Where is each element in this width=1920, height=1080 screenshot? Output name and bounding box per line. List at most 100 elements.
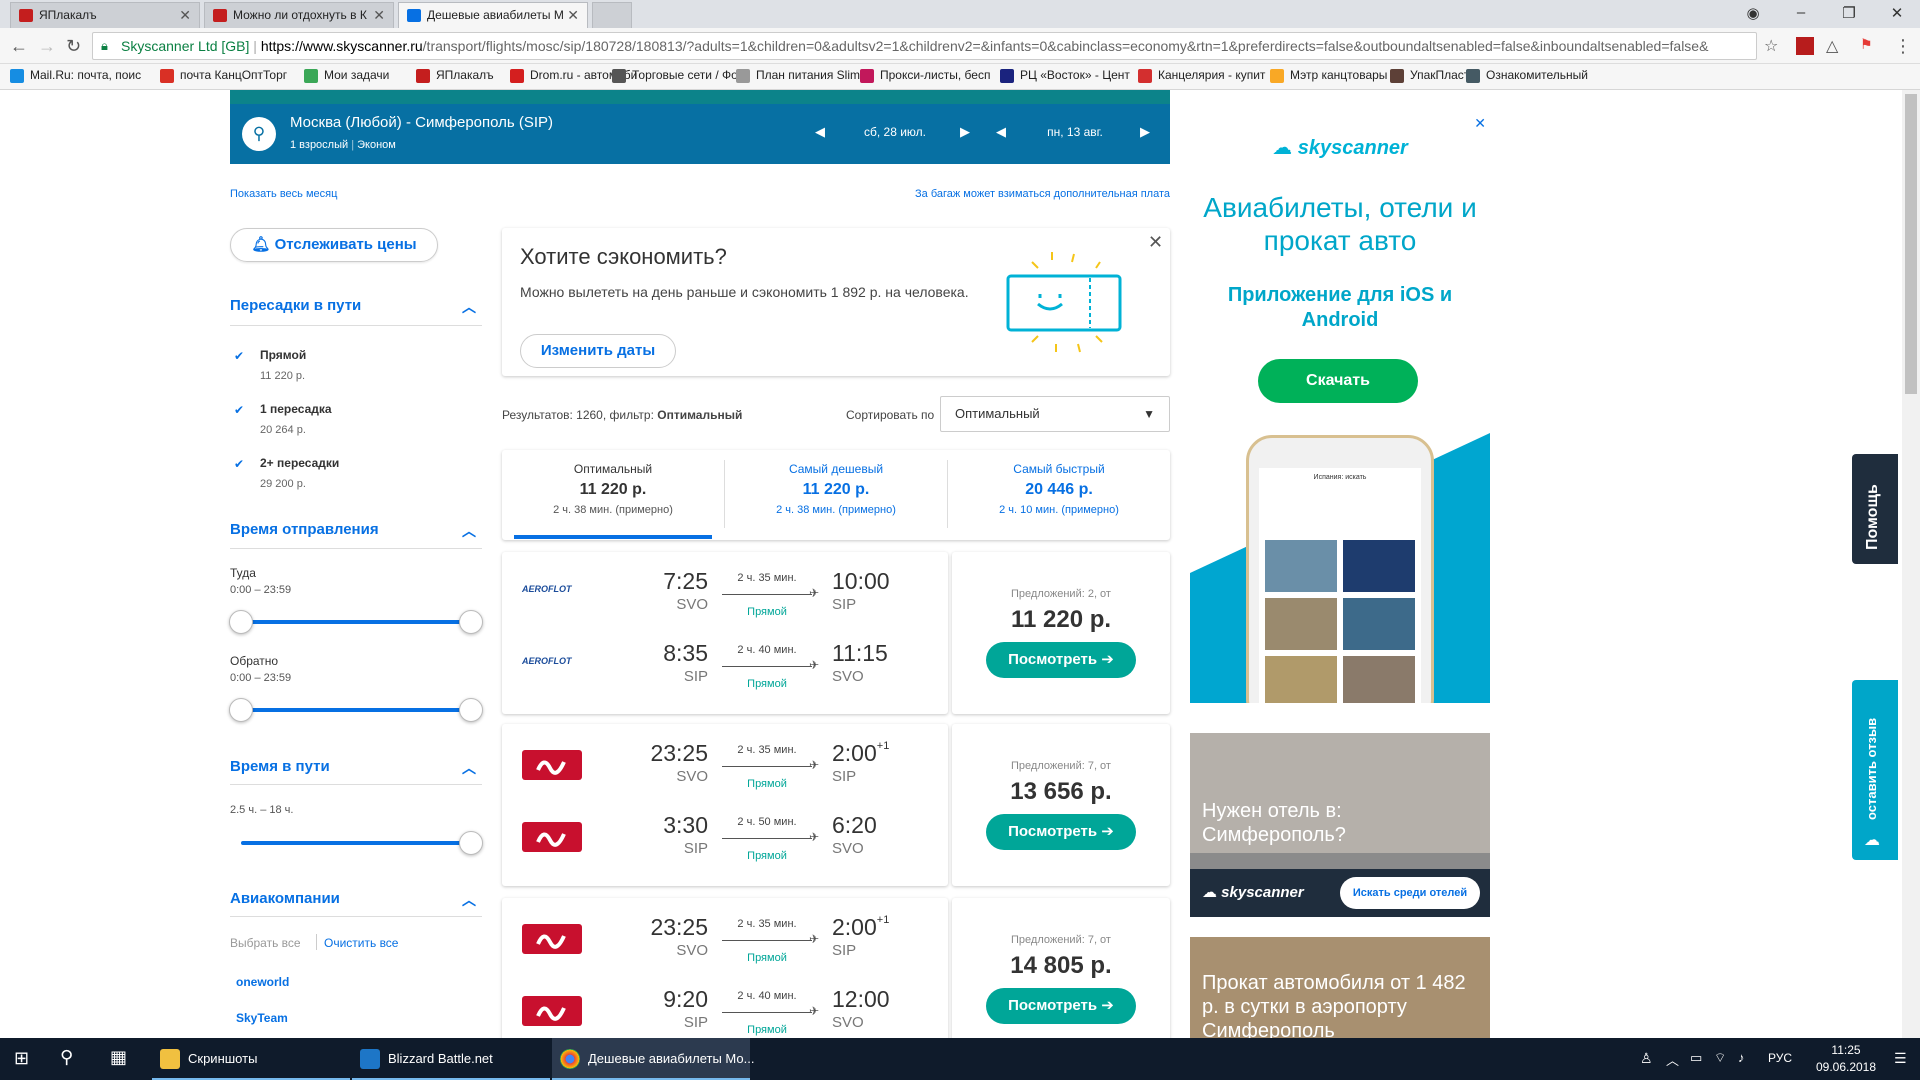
prev-date-icon[interactable]: ◀: [815, 124, 825, 140]
flight-itinerary-card[interactable]: 23:25 SVO 2 ч. 35 мин. ✈ Прямой 2:00+1 SIP 9:20…: [502, 898, 948, 1038]
ad-hotel-banner[interactable]: Нужен отель в: Симферополь? ☁︎ skyscanne…: [1190, 733, 1490, 917]
bookmark-item[interactable]: План питания Slim: [736, 68, 860, 83]
bookmark-item[interactable]: ЯПлакалъ: [416, 68, 494, 83]
search-summary[interactable]: ⚲ Москва (Любой) - Симферополь (SIP) 1 в…: [230, 104, 1170, 164]
outbound-time-slider[interactable]: [241, 620, 471, 624]
bookmark-item[interactable]: УпакПласт: [1390, 68, 1469, 83]
slider-handle[interactable]: [229, 698, 253, 722]
minimize-icon[interactable]: –: [1786, 4, 1816, 21]
calculator-icon[interactable]: ▦: [110, 1047, 127, 1068]
track-prices-button[interactable]: 🔔︎ Отслеживать цены: [230, 228, 438, 262]
url-input[interactable]: 🔒︎ Skyscanner Ltd [GB] | https://www.sky…: [92, 32, 1757, 60]
prev-date-icon[interactable]: ◀: [996, 124, 1006, 140]
battery-icon[interactable]: ▭: [1690, 1050, 1702, 1066]
tab-fastest[interactable]: Самый быстрый 20 446 р. 2 ч. 10 мин. (пр…: [948, 450, 1170, 540]
airlines-filter-title[interactable]: Авиакомпании: [230, 890, 340, 907]
checkbox-direct[interactable]: ✔: [234, 350, 246, 362]
stops-filter-title[interactable]: Пересадки в пути: [230, 297, 361, 314]
tab-optimal[interactable]: Оптимальный 11 220 р. 2 ч. 38 мин. (прим…: [502, 450, 724, 540]
view-deal-button[interactable]: Посмотреть ➔: [986, 642, 1136, 678]
baggage-note-link[interactable]: За багаж может взиматься дополнительная …: [880, 188, 1170, 200]
feedback-tab[interactable]: оставить отзыв ☁︎: [1852, 680, 1898, 860]
pdf-extension-icon[interactable]: [1796, 37, 1814, 55]
ad-app-banner[interactable]: ✕ ☁︎ skyscanner Авиабилеты, отели и прок…: [1190, 115, 1490, 703]
departure-date[interactable]: сб, 28 июл.: [840, 125, 950, 139]
view-deal-button[interactable]: Посмотреть ➔: [986, 814, 1136, 850]
tray-chevron-icon[interactable]: ︿: [1666, 1050, 1679, 1069]
sort-select[interactable]: Оптимальный ▼: [940, 396, 1170, 432]
checkbox-two-plus-stops[interactable]: ✔: [234, 458, 246, 470]
view-deal-button[interactable]: Посмотреть ➔: [986, 988, 1136, 1024]
bookmark-item[interactable]: Мои задачи: [304, 68, 389, 83]
scrollbar-thumb[interactable]: [1905, 94, 1917, 394]
flight-itinerary-card[interactable]: 23:25 SVO 2 ч. 35 мин. ✈ Прямой 2:00+1 SIP 3:30…: [502, 724, 948, 886]
search-icon[interactable]: ⚲: [242, 117, 276, 151]
browser-tab[interactable]: Можно ли отдохнуть в К ✕: [204, 2, 394, 28]
extension-triangle-icon[interactable]: △: [1826, 36, 1838, 56]
language-indicator[interactable]: РУС: [1768, 1051, 1792, 1065]
checkbox-one-stop[interactable]: ✔: [234, 404, 246, 416]
forward-icon[interactable]: →: [38, 36, 56, 57]
back-icon[interactable]: ←: [10, 36, 28, 57]
taskbar-item[interactable]: Скриншоты: [152, 1038, 350, 1080]
windows-start-icon[interactable]: ⊞: [14, 1048, 29, 1069]
bookmark-item[interactable]: Канцелярия - купит: [1138, 68, 1265, 83]
browser-tab[interactable]: ЯПлакалъ ✕: [10, 2, 200, 28]
tab-cheapest[interactable]: Самый дешевый 11 220 р. 2 ч. 38 мин. (пр…: [725, 450, 947, 540]
duration-slider[interactable]: [241, 841, 471, 845]
network-icon[interactable]: ⌔: [1714, 1050, 1726, 1066]
chevron-up-icon[interactable]: ︿: [462, 758, 476, 778]
slider-handle[interactable]: [229, 610, 253, 634]
next-date-icon[interactable]: ▶: [960, 124, 970, 140]
browser-tab-active[interactable]: Дешевые авиабилеты М ✕: [398, 2, 588, 28]
taskbar-item[interactable]: Blizzard Battle.net: [352, 1038, 550, 1080]
bookmark-item[interactable]: РЦ «Восток» - Цент: [1000, 68, 1130, 83]
flight-itinerary-card[interactable]: AEROFLOT 7:25 SVO 2 ч. 35 мин. ✈ Прямой 10:00 S…: [502, 552, 948, 714]
bookmark-item[interactable]: Прокси-листы, бесп: [860, 68, 990, 83]
taskbar-item-active[interactable]: Дешевые авиабилеты Мо...: [552, 1038, 754, 1080]
close-icon[interactable]: ✕: [179, 3, 191, 27]
clear-all-link[interactable]: Очистить все: [324, 936, 398, 950]
clock-time[interactable]: 11:25: [1806, 1043, 1886, 1057]
menu-icon[interactable]: ⋮: [1894, 36, 1912, 57]
scrollbar[interactable]: [1902, 90, 1920, 1038]
reload-icon[interactable]: ↻: [66, 36, 81, 57]
alliance-skyteam[interactable]: SkyTeam: [236, 1011, 288, 1025]
change-dates-button[interactable]: Изменить даты: [520, 334, 676, 368]
volume-icon[interactable]: ♪: [1738, 1050, 1745, 1065]
chevron-up-icon[interactable]: ︿: [462, 890, 476, 910]
profile-icon[interactable]: ◉: [1738, 4, 1768, 22]
search-hotels-button[interactable]: Искать среди отелей: [1340, 877, 1480, 909]
close-icon[interactable]: ✕: [567, 3, 579, 27]
ad-close-icon[interactable]: ✕: [1474, 115, 1486, 132]
ad-car-banner[interactable]: Прокат автомобиля от 1 482 р. в сутки в …: [1190, 937, 1490, 1038]
window-close-icon[interactable]: ✕: [1882, 4, 1912, 22]
bookmark-item[interactable]: Мэтр канцтовары: [1270, 68, 1387, 83]
search-icon[interactable]: ⚲: [60, 1047, 73, 1068]
new-tab-button[interactable]: [592, 2, 632, 28]
clock-date[interactable]: 09.06.2018: [1806, 1060, 1886, 1074]
slider-handle[interactable]: [459, 831, 483, 855]
download-app-button[interactable]: Скачать: [1258, 359, 1418, 403]
select-all-link[interactable]: Выбрать все: [230, 936, 301, 950]
close-icon[interactable]: ✕: [373, 3, 385, 27]
maximize-icon[interactable]: ❐: [1834, 4, 1864, 22]
return-date[interactable]: пн, 13 авг.: [1020, 125, 1130, 139]
bookmark-item[interactable]: Ознакомительный: [1466, 68, 1588, 83]
extension-badge-icon[interactable]: ⚑: [1860, 36, 1873, 53]
bookmark-item[interactable]: Mail.Ru: почта, поис: [10, 68, 141, 83]
inbound-time-slider[interactable]: [241, 708, 471, 712]
departure-filter-title[interactable]: Время отправления: [230, 521, 379, 538]
alliance-oneworld[interactable]: oneworld: [236, 975, 289, 989]
help-tab[interactable]: Помощь: [1852, 454, 1898, 564]
show-month-link[interactable]: Показать весь месяц: [230, 188, 337, 200]
notifications-icon[interactable]: ☰: [1894, 1050, 1907, 1067]
bookmark-item[interactable]: почта КанцОптТорг: [160, 68, 287, 83]
people-icon[interactable]: ♙: [1640, 1050, 1653, 1067]
slider-handle[interactable]: [459, 698, 483, 722]
chevron-up-icon[interactable]: ︿: [462, 521, 476, 541]
close-icon[interactable]: ✕: [1148, 232, 1163, 253]
next-date-icon[interactable]: ▶: [1140, 124, 1150, 140]
slider-handle[interactable]: [459, 610, 483, 634]
bookmark-item[interactable]: Торговые сети / Фо: [612, 68, 738, 83]
